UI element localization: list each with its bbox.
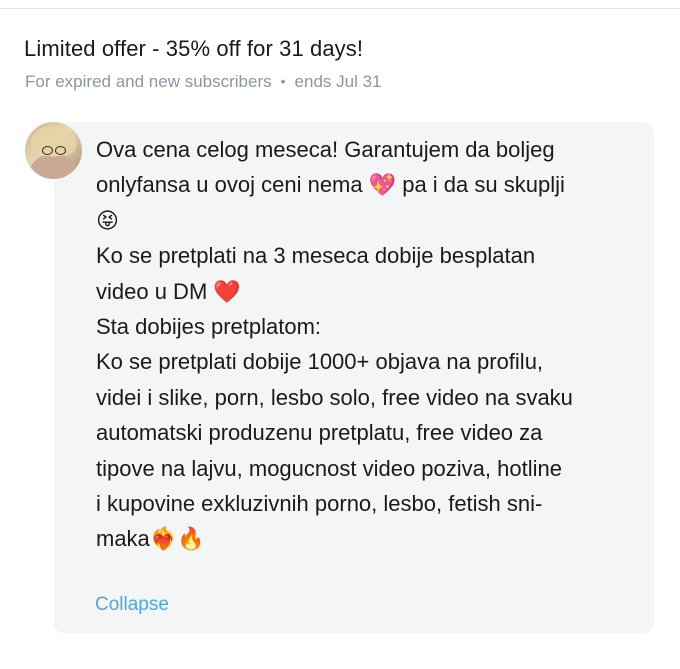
avatar[interactable] xyxy=(25,122,82,179)
message-line: 😝 xyxy=(96,207,119,233)
message-line: onlyfansa u ovoj ceni nema 💖 pa i da su … xyxy=(96,172,565,198)
message-line: i kupovine exkluzivnih porno, lesbo, fet… xyxy=(96,491,543,517)
message-line: Ko se pretplati dobije 1000+ objava na p… xyxy=(96,349,544,375)
collapse-link[interactable]: Collapse xyxy=(95,594,169,616)
offer-title: Limited offer - 35% off for 31 days! xyxy=(24,36,364,61)
message-line: maka❤️‍🔥🔥 xyxy=(96,526,205,552)
offer-end-date: ends Jul 31 xyxy=(294,72,382,91)
offer-subtitle: For expired and new subscribers • ends Jul… xyxy=(25,72,381,92)
message-line: tipove na lajvu, mogucnost video poziva,… xyxy=(96,455,562,481)
message-line: videi i slike, porn, lesbo solo, free vi… xyxy=(96,384,573,410)
avatar-glasses xyxy=(42,146,66,155)
offer-audience: For expired and new subscribers xyxy=(25,72,272,91)
message-line: video u DM ❤️ xyxy=(96,278,241,304)
message-line: Ko se pretplati na 3 meseca dobije bespl… xyxy=(96,243,536,269)
message-line: Ova cena celog meseca! Garantujem da bol… xyxy=(96,137,555,162)
top-divider xyxy=(0,8,680,9)
message-text: Ova cena celog meseca! Garantujem da bol… xyxy=(96,132,646,557)
offer-separator: • xyxy=(280,73,286,89)
message-line: automatski produzenu pretplatu, free vid… xyxy=(96,420,543,446)
message-line: Sta dobijes pretplatom: xyxy=(96,314,322,340)
